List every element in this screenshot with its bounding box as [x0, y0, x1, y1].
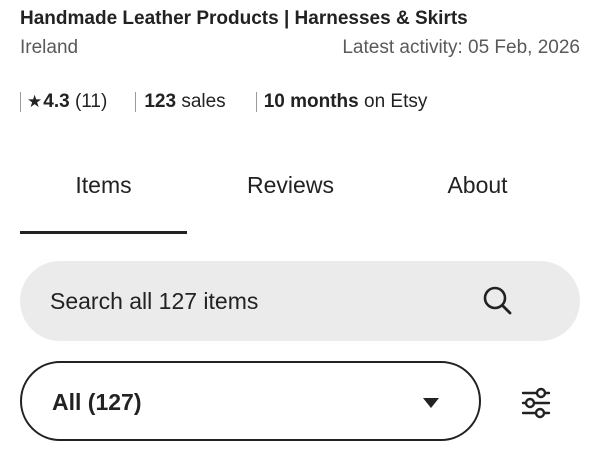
review-count: (11) [74, 91, 108, 112]
shop-rating[interactable]: ★ 4.3 (11) [27, 90, 107, 114]
stats-divider [255, 92, 257, 112]
star-icon: ★ [27, 92, 43, 111]
shop-tabs: Items Reviews About [0, 160, 600, 236]
shop-location: Ireland [20, 37, 79, 58]
search-input[interactable] [50, 261, 470, 341]
rating-value: 4.3 [43, 91, 70, 112]
latest-activity: Latest activity: 05 Feb, 2026 [342, 37, 580, 58]
tenure-suffix: on Etsy [364, 91, 428, 112]
shop-tenure: 10 months on Etsy [264, 90, 428, 114]
search-icon[interactable] [480, 284, 516, 320]
stats-divider [135, 92, 137, 112]
active-tab-indicator [20, 231, 187, 234]
shop-stats: ★ 4.3 (11) 123 sales 10 months on Etsy [20, 90, 427, 114]
search-bar[interactable] [20, 261, 580, 341]
section-filter-value: All (127) [52, 389, 142, 415]
tab-items[interactable]: Items [20, 172, 187, 199]
tenure-value: 10 months [263, 91, 359, 112]
caret-down-icon [423, 398, 439, 408]
shop-sales: 123 sales [144, 90, 225, 114]
tab-about[interactable]: About [394, 172, 561, 199]
sales-label: sales [181, 91, 226, 112]
sliders-icon[interactable] [516, 383, 556, 423]
section-filter-select[interactable]: All (127) [20, 361, 481, 441]
shop-title: Handmade Leather Products | Harnesses & … [20, 8, 468, 29]
sales-count: 123 [144, 91, 177, 112]
stats-divider [20, 92, 21, 112]
tab-reviews[interactable]: Reviews [207, 172, 374, 199]
